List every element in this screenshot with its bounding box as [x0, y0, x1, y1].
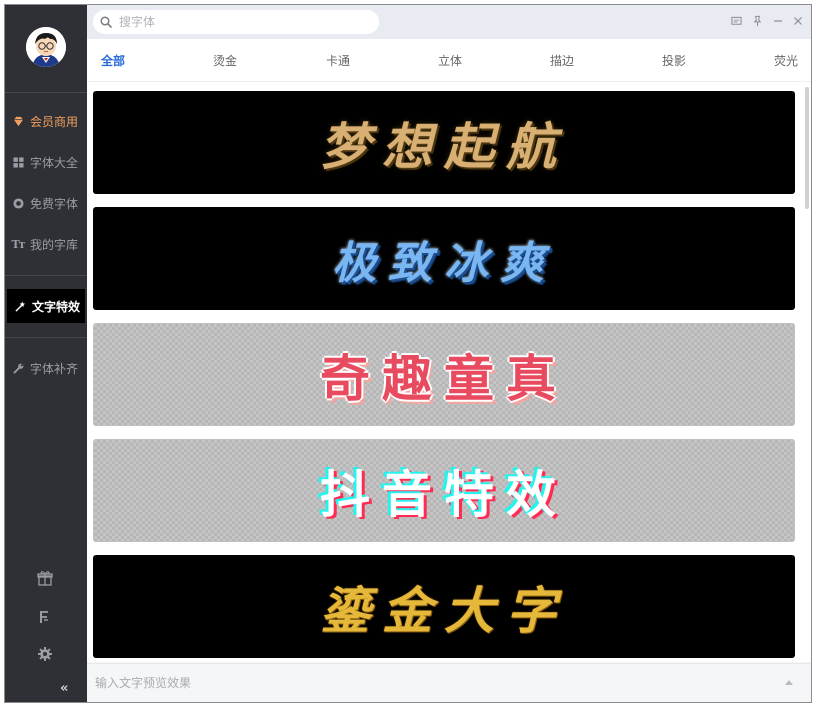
sidebar-divider	[5, 337, 87, 338]
effect-card[interactable]: 极致冰爽	[93, 207, 795, 310]
title-bar	[87, 5, 811, 39]
scrollbar-thumb[interactable]	[805, 87, 809, 209]
sidebar: 会员商用 字体大全 免费字体 Tт 我的字库 文字特效 字体补齐 «	[5, 5, 87, 702]
tab-gold-foil[interactable]: 烫金	[213, 52, 237, 69]
sidebar-item-all-fonts[interactable]: 字体大全	[5, 145, 87, 179]
scrollbar[interactable]	[805, 87, 809, 627]
sidebar-item-vip[interactable]: 会员商用	[5, 104, 87, 138]
sidebar-item-label: 我的字库	[30, 237, 79, 252]
minimize-icon[interactable]	[771, 14, 785, 28]
sidebar-divider	[5, 275, 87, 276]
tab-all[interactable]: 全部	[101, 52, 125, 69]
font-f-icon[interactable]	[36, 608, 54, 626]
effect-preview-text: 鎏金大字	[320, 580, 568, 640]
coin-icon	[12, 197, 24, 209]
preview-text-input[interactable]	[95, 673, 735, 693]
avatar-image	[26, 27, 66, 67]
user-avatar[interactable]	[26, 27, 66, 67]
collapse-sidebar-button[interactable]: «	[60, 681, 68, 696]
tab-outline[interactable]: 描边	[550, 52, 574, 69]
pin-icon[interactable]	[750, 14, 764, 28]
settings-icon[interactable]	[36, 645, 54, 663]
sidebar-item-label: 文字特效	[32, 299, 81, 314]
effect-card[interactable]: 抖音特效	[93, 439, 795, 542]
wrench-icon	[12, 362, 24, 374]
diamond-icon	[12, 115, 24, 127]
preview-bar	[87, 663, 811, 702]
effect-preview-text: 梦想起航	[320, 116, 568, 176]
search-box	[93, 10, 379, 34]
tab-cartoon[interactable]: 卡通	[326, 52, 350, 69]
tab-3d[interactable]: 立体	[438, 52, 462, 69]
sidebar-item-my-library[interactable]: Tт 我的字库	[5, 227, 87, 261]
search-icon	[93, 16, 119, 28]
chevron-up-icon[interactable]	[783, 676, 795, 688]
effect-preview-text: 极致冰爽	[332, 237, 556, 289]
magic-wand-icon	[14, 300, 26, 312]
feedback-icon[interactable]	[729, 14, 743, 28]
effect-card[interactable]: 鎏金大字	[93, 555, 795, 658]
sidebar-item-label: 字体补齐	[30, 361, 79, 376]
sidebar-item-label: 免费字体	[30, 196, 79, 211]
category-tabs: 全部 烫金 卡通 立体 描边 投影 荧光	[87, 39, 811, 82]
close-icon[interactable]	[791, 14, 805, 28]
sidebar-item-text-effects[interactable]: 文字特效	[7, 289, 85, 323]
effect-card[interactable]: 梦想起航	[93, 91, 795, 194]
gift-icon[interactable]	[36, 569, 54, 587]
search-input[interactable]	[119, 15, 359, 29]
effects-gallery: 梦想起航 极致冰爽 奇趣童真 抖音特效 鎏金大字	[87, 82, 811, 662]
tab-shadow[interactable]: 投影	[662, 52, 686, 69]
font-tt-icon: Tт	[11, 237, 26, 251]
effect-preview-text: 奇趣童真	[320, 348, 568, 408]
tab-neon[interactable]: 荧光	[774, 52, 798, 69]
sidebar-item-label: 字体大全	[30, 155, 79, 170]
sidebar-item-free-fonts[interactable]: 免费字体	[5, 186, 87, 220]
app-window: 会员商用 字体大全 免费字体 Tт 我的字库 文字特效 字体补齐 « 搜字体 全…	[4, 4, 812, 703]
sidebar-item-label: 会员商用	[30, 114, 79, 129]
grid-icon	[12, 156, 24, 168]
sidebar-divider	[5, 92, 87, 93]
effect-preview-text: 抖音特效	[320, 464, 568, 524]
sidebar-item-font-completion[interactable]: 字体补齐	[5, 351, 87, 385]
effect-card[interactable]: 奇趣童真	[93, 323, 795, 426]
